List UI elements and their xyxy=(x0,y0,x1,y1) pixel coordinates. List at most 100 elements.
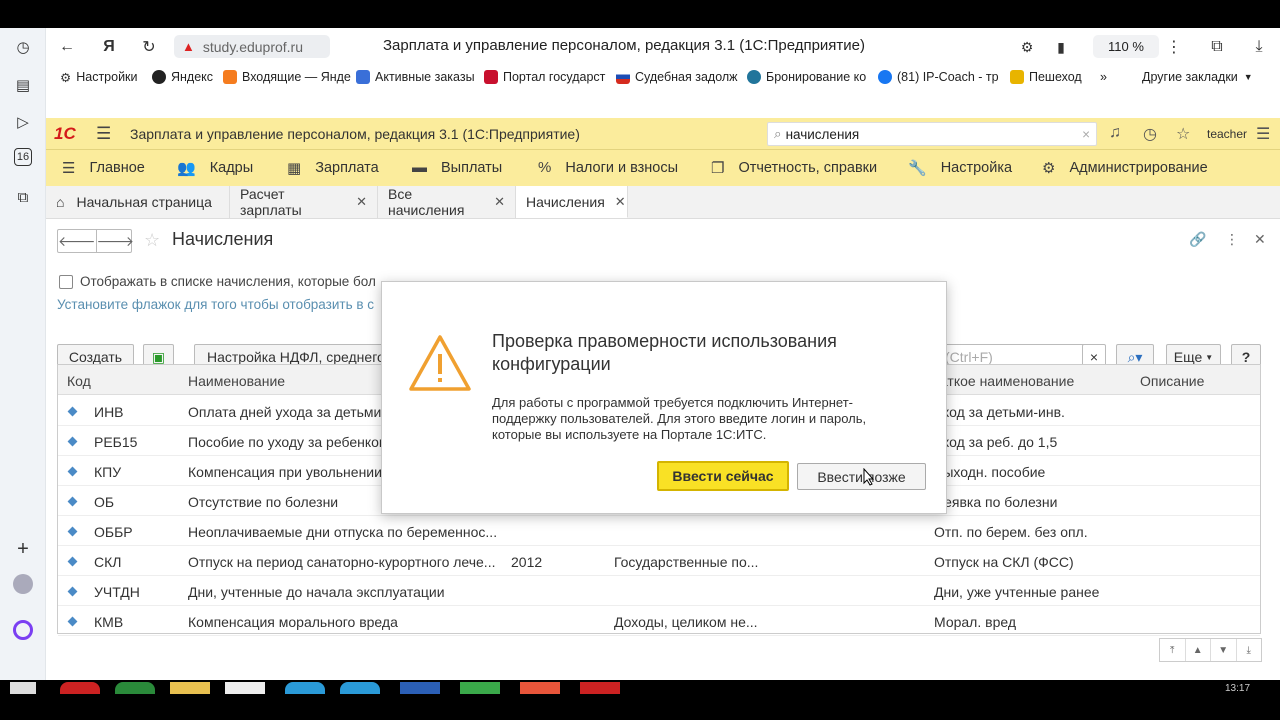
cell-short: Уход за детьми-инв. xyxy=(934,404,1065,420)
hint-text: Установите флажок для того чтобы отобраз… xyxy=(57,297,375,312)
back-arrow-icon[interactable]: 🡐 xyxy=(58,230,97,252)
mail-icon xyxy=(223,70,237,84)
table-row[interactable]: КМВ Компенсация морального вреда Доходы, ц… xyxy=(58,606,1260,636)
history-icon[interactable]: ◷ xyxy=(12,36,34,58)
word-icon[interactable] xyxy=(400,682,440,694)
clock: 13:17 xyxy=(1225,683,1251,694)
menu-admin[interactable]: ⚙ Администрирование xyxy=(1042,159,1208,177)
wordpress-icon xyxy=(747,70,761,84)
telegram-icon[interactable] xyxy=(285,682,325,694)
cell-short: Выходн. пособие xyxy=(934,464,1046,480)
opera-icon[interactable] xyxy=(60,682,100,694)
bell-icon[interactable]: ♫ xyxy=(1109,124,1121,142)
telegram-2-icon[interactable] xyxy=(340,682,380,694)
bookmark-pedestrian[interactable]: Пешеход xyxy=(1010,70,1082,84)
add-icon[interactable]: + xyxy=(12,538,34,560)
pedestrian-icon xyxy=(1010,70,1024,84)
link-icon[interactable]: 🔗 xyxy=(1189,231,1206,248)
app-orange-icon[interactable] xyxy=(520,682,560,694)
bookmark-yandex[interactable]: Яндекс xyxy=(152,70,213,84)
scroll-up-icon[interactable]: ▲ xyxy=(1186,639,1211,661)
history-icon[interactable]: ◷ xyxy=(1143,124,1157,144)
col-code[interactable]: Код xyxy=(67,373,91,389)
more-icon[interactable]: ⋮ xyxy=(1225,231,1239,248)
menu-payments[interactable]: ▬ Выплаты xyxy=(412,159,502,176)
extensions-icon[interactable]: ⧉ xyxy=(1206,36,1228,58)
hamburger-icon[interactable]: ☰ xyxy=(96,124,111,144)
user-name[interactable]: teacher xyxy=(1207,127,1247,141)
translate-icon[interactable]: ⚙ xyxy=(1016,36,1038,58)
star-icon[interactable]: ☆ xyxy=(1176,124,1190,144)
counter-icon[interactable]: 16 xyxy=(14,148,32,166)
show-all-checkbox[interactable] xyxy=(59,275,73,289)
col-name[interactable]: Наименование xyxy=(188,373,285,389)
bookmark-booking[interactable]: Бронирование ко xyxy=(747,70,866,84)
item-marker-icon xyxy=(67,496,78,507)
scroll-down-icon[interactable]: ▼ xyxy=(1211,639,1237,661)
chrome-icon[interactable] xyxy=(115,682,155,694)
tab-all-accruals[interactable]: Все начисления ✕ xyxy=(378,186,516,218)
menu-settings[interactable]: 🔧 Настройка xyxy=(908,159,1012,177)
bookmark-orders[interactable]: Активные заказы xyxy=(356,70,475,84)
collections-icon[interactable]: ▤ xyxy=(12,74,34,96)
alice-icon[interactable] xyxy=(13,620,33,640)
menu-salary[interactable]: ▦ Зарплата xyxy=(287,159,379,177)
menu-staff[interactable]: 👥 Кадры xyxy=(177,159,253,177)
folder-icon[interactable] xyxy=(170,682,210,694)
search-value: начисления xyxy=(785,126,860,142)
browser-sidebar: ◷ ▤ ▷ 16 ⧉ + xyxy=(0,28,46,680)
col-description[interactable]: Описание xyxy=(1140,373,1204,389)
enter-now-button[interactable]: Ввести сейчас xyxy=(657,461,789,491)
clear-icon[interactable]: × xyxy=(1082,127,1090,142)
settings-menu-icon[interactable]: ☰ xyxy=(1256,124,1270,144)
menu-dots-icon[interactable]: ⋮ xyxy=(1163,36,1185,58)
app-1c-icon[interactable] xyxy=(580,682,620,694)
download-icon[interactable]: ⤓ xyxy=(1248,36,1270,58)
url-field[interactable]: ▲ study.eduprof.ru xyxy=(174,35,330,58)
forward-arrow-icon[interactable]: 🡒 xyxy=(97,230,135,252)
tab-payroll[interactable]: Расчет зарплаты ✕ xyxy=(230,186,378,218)
back-icon[interactable]: ← xyxy=(56,36,78,58)
bookmark-label: Активные заказы xyxy=(375,70,475,84)
bookmark-settings[interactable]: ⚙ Настройки xyxy=(60,70,138,85)
close-form-icon[interactable]: ✕ xyxy=(1254,231,1266,248)
cell-name: Оплата дней ухода за детьми- xyxy=(188,404,387,420)
yandex-browser-icon[interactable] xyxy=(225,682,265,694)
bookmarks-more-icon[interactable]: » xyxy=(1100,70,1107,84)
chevron-down-icon: ▼ xyxy=(1243,72,1253,82)
form-title: Начисления xyxy=(172,229,274,249)
start-icon[interactable] xyxy=(10,682,36,694)
screenshot-icon[interactable]: ⧉ xyxy=(12,186,34,208)
close-icon[interactable]: ✕ xyxy=(356,194,367,210)
zoom-indicator[interactable]: 110 % xyxy=(1093,35,1159,58)
close-icon[interactable]: ✕ xyxy=(615,194,626,210)
app-green-icon[interactable] xyxy=(460,682,500,694)
table-row[interactable]: ОББР Неоплачиваемые дни отпуска по береме… xyxy=(58,516,1260,546)
bookmark-debt[interactable]: Судебная задолж xyxy=(616,70,738,84)
menu-main[interactable]: ☰ Главное xyxy=(62,159,145,177)
menu-taxes[interactable]: % Налоги и взносы xyxy=(538,159,678,176)
close-icon[interactable]: ✕ xyxy=(494,194,505,210)
warning-triangle-icon xyxy=(409,335,471,391)
scroll-bottom-icon[interactable]: ⤓ xyxy=(1237,639,1262,661)
bookmark-gosuslugi[interactable]: Портал государст xyxy=(484,70,605,84)
app-header: 1С ☰ Зарплата и управление персоналом, р… xyxy=(46,118,1280,150)
yandex-icon[interactable]: Я xyxy=(98,36,120,58)
scroll-top-icon[interactable]: ⤒ xyxy=(1160,639,1186,661)
global-search-input[interactable]: ⌕ начисления × xyxy=(767,122,1097,146)
play-icon[interactable]: ▷ xyxy=(12,111,34,133)
bookmark-icon[interactable]: ▮ xyxy=(1050,36,1072,58)
tab-home[interactable]: ⌂ Начальная страница xyxy=(46,186,230,218)
menu-reports[interactable]: ❐ Отчетность, справки xyxy=(711,159,877,177)
bookmark-facebook[interactable]: (81) IP-Coach - тр xyxy=(878,70,999,84)
table-row[interactable]: СКЛ Отпуск на период санаторно-курортного… xyxy=(58,546,1260,576)
table-row[interactable]: УЧТДН Дни, учтенные до начала эксплуатаци… xyxy=(58,576,1260,606)
reload-icon[interactable]: ↻ xyxy=(138,36,160,58)
bookmark-mail[interactable]: Входящие — Янде xyxy=(223,70,351,84)
other-bookmarks[interactable]: Другие закладки ▼ xyxy=(1142,70,1253,84)
percent-icon: % xyxy=(538,159,552,176)
avatar[interactable] xyxy=(13,574,33,594)
favorite-star-icon[interactable]: ☆ xyxy=(144,230,160,251)
tab-accruals[interactable]: Начисления ✕ xyxy=(516,186,628,218)
enter-later-button[interactable]: Ввести позже xyxy=(797,463,926,490)
